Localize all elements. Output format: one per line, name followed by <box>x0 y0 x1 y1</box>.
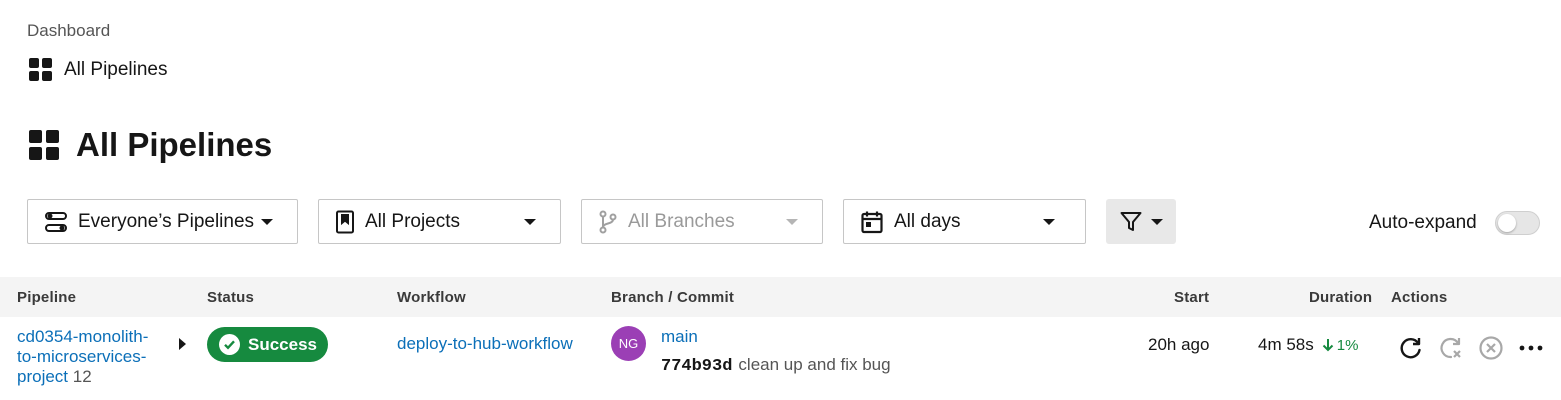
duration: 4m 58s 1% <box>1258 335 1358 355</box>
page-title: All Pipelines <box>29 126 272 164</box>
commit-message: clean up and fix bug <box>738 355 891 374</box>
pipeline-link[interactable]: cd0354-monolith-to-microservices-project… <box>17 327 167 387</box>
table-row: cd0354-monolith-to-microservices-project… <box>0 317 1561 400</box>
column-header-actions: Actions <box>1391 289 1448 306</box>
workflow-link[interactable]: deploy-to-hub-workflow <box>397 334 573 354</box>
column-header-pipeline[interactable]: Pipeline <box>17 289 76 306</box>
column-header-start: Start <box>1174 289 1210 306</box>
pipeline-number: 12 <box>72 367 92 386</box>
pipelines-icon <box>45 211 67 232</box>
duration-trend: 1% <box>1322 336 1359 354</box>
projects-filter-dropdown[interactable]: All Projects <box>318 199 561 244</box>
column-header-duration: Duration <box>1309 289 1373 306</box>
branch-link[interactable]: main <box>661 327 698 347</box>
column-header-workflow: Workflow <box>397 289 466 306</box>
status-badge[interactable]: Success <box>207 327 328 362</box>
caret-down-icon <box>1151 218 1163 225</box>
projects-filter-label: All Projects <box>365 210 461 232</box>
branches-filter-label: All Branches <box>628 210 735 232</box>
rerun-icon <box>1400 338 1421 359</box>
advanced-filter-button[interactable] <box>1106 199 1176 244</box>
calendar-icon <box>861 211 883 233</box>
avatar: NG <box>611 326 646 361</box>
caret-down-icon <box>786 218 798 225</box>
caret-down-icon <box>524 218 536 225</box>
more-actions-button[interactable] <box>1518 335 1544 361</box>
breadcrumb-dashboard[interactable]: Dashboard <box>27 21 110 41</box>
rerun-button[interactable] <box>1398 335 1424 361</box>
rerun-failed-icon <box>1440 337 1461 359</box>
status-label: Success <box>248 334 317 354</box>
auto-expand-label: Auto-expand <box>1369 212 1477 233</box>
branches-filter-dropdown[interactable]: All Branches <box>581 199 823 244</box>
check-icon <box>219 334 240 355</box>
caret-down-icon <box>261 218 273 225</box>
branch-icon <box>599 210 617 233</box>
start-time: 20h ago <box>1148 335 1210 354</box>
arrow-down-icon <box>1322 339 1333 352</box>
grid-icon <box>29 58 52 81</box>
cancel-button[interactable] <box>1478 335 1504 361</box>
expand-row-icon[interactable] <box>179 338 186 350</box>
days-filter-dropdown[interactable]: All days <box>843 199 1086 244</box>
page-title-text: All Pipelines <box>76 126 273 163</box>
auto-expand-toggle[interactable] <box>1494 211 1540 235</box>
days-filter-label: All days <box>894 210 961 232</box>
column-header-branch-commit: Branch / Commit <box>611 289 735 306</box>
caret-down-icon <box>1043 218 1055 225</box>
more-icon <box>1519 345 1543 351</box>
pipelines-filter-dropdown[interactable]: Everyone’s Pipelines <box>27 199 298 244</box>
pipelines-filter-label: Everyone’s Pipelines <box>78 210 255 232</box>
commit-info[interactable]: 774b93d clean up and fix bug <box>661 355 891 376</box>
rerun-failed-button[interactable] <box>1438 335 1464 361</box>
cancel-icon <box>1479 336 1503 360</box>
breadcrumb-current-label: All Pipelines <box>64 58 168 80</box>
funnel-icon <box>1120 211 1142 231</box>
bookmark-icon <box>336 210 354 233</box>
table-header: Pipeline Status Workflow Branch / Commit… <box>0 277 1561 317</box>
auto-expand: Auto-expand <box>1369 211 1540 235</box>
column-header-status: Status <box>207 289 255 306</box>
breadcrumb-current[interactable]: All Pipelines <box>29 58 168 81</box>
grid-icon <box>29 130 59 160</box>
commit-sha: 774b93d <box>661 357 733 376</box>
duration-trend-value: 1% <box>1336 336 1359 354</box>
duration-value: 4m 58s <box>1258 335 1314 354</box>
